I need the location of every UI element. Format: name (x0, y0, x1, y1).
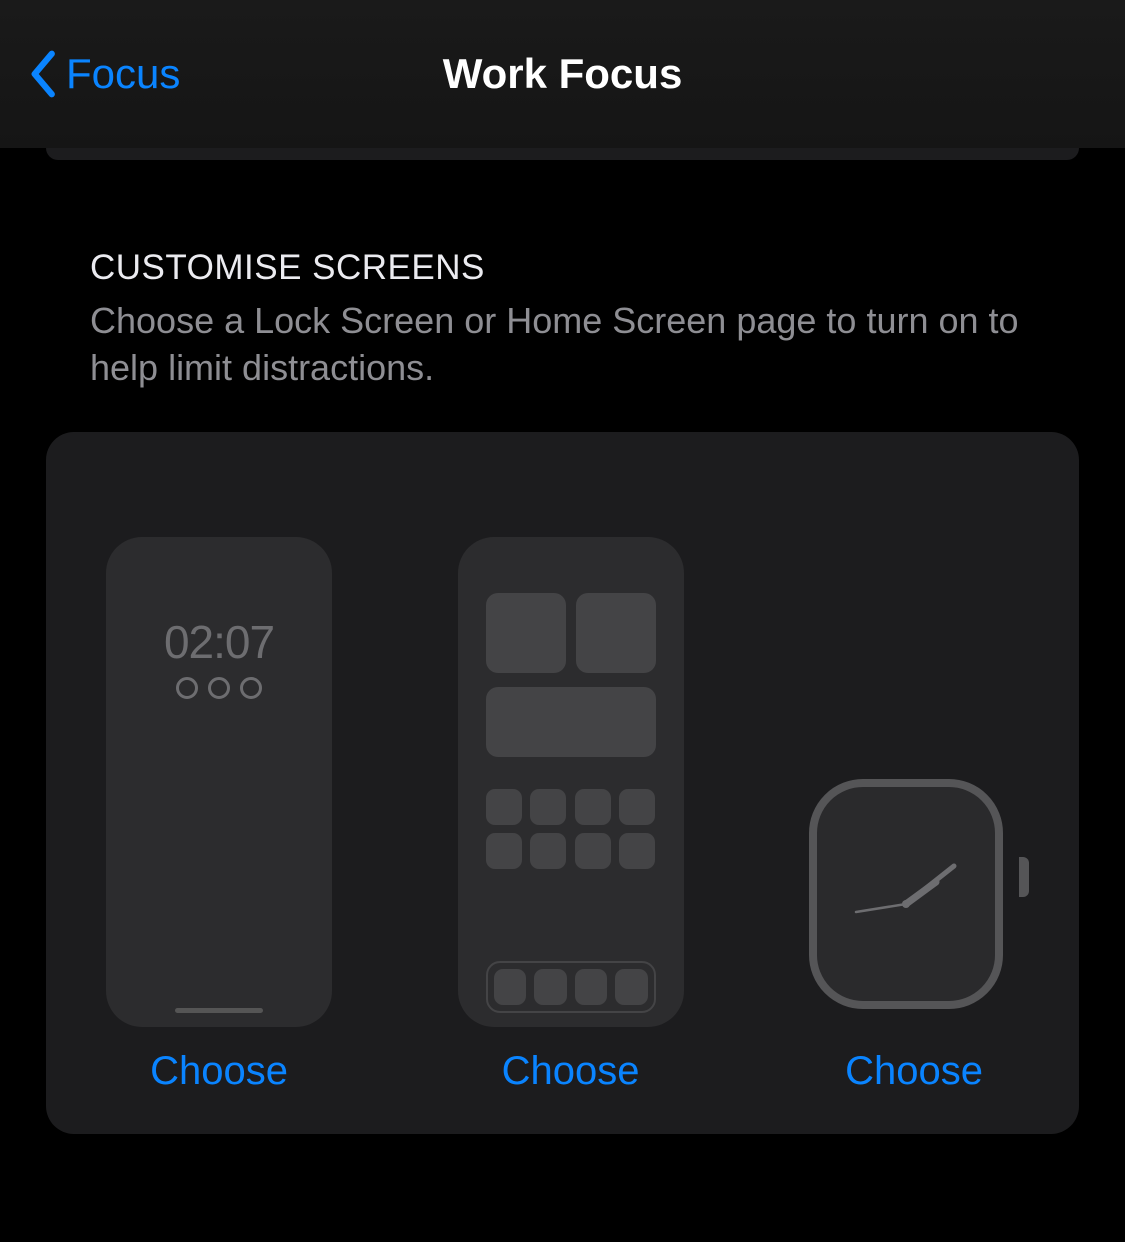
back-button[interactable]: Focus (30, 50, 180, 98)
watch-face-option: Choose (809, 779, 1019, 1094)
home-screen-option: Choose (458, 537, 684, 1094)
widget-placeholder-icon (576, 593, 656, 673)
app-placeholder-icon (575, 833, 611, 869)
app-placeholder-icon (534, 969, 567, 1005)
dot-icon (208, 677, 230, 699)
navigation-header: Focus Work Focus (0, 0, 1125, 148)
choose-home-screen-button[interactable]: Choose (502, 1049, 640, 1094)
home-screen-preview[interactable] (458, 537, 684, 1027)
dot-icon (240, 677, 262, 699)
app-placeholder-icon (486, 833, 522, 869)
app-placeholder-icon (486, 789, 522, 825)
app-placeholder-icon (494, 969, 527, 1005)
chevron-left-icon (30, 50, 58, 98)
content-area: CUSTOMISE SCREENS Choose a Lock Screen o… (0, 148, 1125, 1134)
app-placeholder-icon (530, 789, 566, 825)
widget-row (486, 593, 656, 673)
back-label: Focus (66, 50, 180, 98)
lock-screen-time: 02:07 (164, 615, 274, 669)
dock (486, 961, 656, 1013)
section-description: Choose a Lock Screen or Home Screen page… (90, 298, 1035, 392)
lock-screen-option: 02:07 Choose (106, 537, 332, 1094)
watch-face-preview[interactable] (809, 779, 1019, 1023)
app-placeholder-icon (615, 969, 648, 1005)
app-placeholder-icon (619, 789, 655, 825)
customise-screens-card: 02:07 Choose (46, 432, 1079, 1134)
app-placeholder-icon (575, 969, 608, 1005)
widget-row (486, 687, 656, 757)
home-indicator-icon (175, 1008, 263, 1013)
lock-screen-preview[interactable]: 02:07 (106, 537, 332, 1027)
choose-watch-face-button[interactable]: Choose (845, 1049, 983, 1094)
lock-screen-widget-dots (176, 677, 262, 699)
page-title: Work Focus (443, 50, 683, 98)
widget-placeholder-icon (486, 593, 566, 673)
previous-section-edge (46, 148, 1079, 160)
watch-body-icon (809, 779, 1003, 1009)
watch-crown-icon (1019, 857, 1029, 897)
app-grid (486, 789, 656, 869)
app-placeholder-icon (619, 833, 655, 869)
dot-icon (176, 677, 198, 699)
widget-placeholder-icon (486, 687, 656, 757)
app-placeholder-icon (530, 833, 566, 869)
watch-hands-icon (836, 824, 976, 964)
app-placeholder-icon (575, 789, 611, 825)
choose-lock-screen-button[interactable]: Choose (150, 1049, 288, 1094)
section-title: CUSTOMISE SCREENS (90, 248, 1035, 288)
section-header: CUSTOMISE SCREENS Choose a Lock Screen o… (46, 248, 1079, 392)
